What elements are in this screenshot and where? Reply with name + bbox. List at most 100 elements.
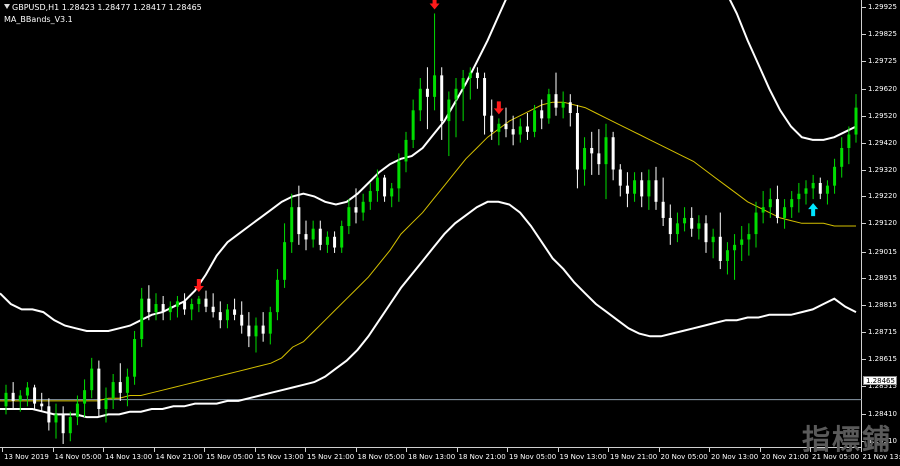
candle-body: [368, 191, 372, 202]
candle-body: [204, 298, 208, 307]
candle-body: [625, 185, 629, 194]
x-tick: [608, 448, 609, 452]
candle-body: [825, 185, 829, 194]
candle-body: [740, 239, 744, 245]
y-tick-label: 1.29925: [868, 2, 897, 11]
symbol-info: GBPUSD,H1 1.28423 1.28477 1.28417 1.2846…: [12, 3, 202, 12]
x-tick-label: 19 Nov 21:00: [610, 453, 658, 461]
sell-arrow-icon: [429, 0, 440, 10]
sell-arrow-icon: [493, 101, 504, 115]
y-tick-label: 1.29725: [868, 56, 897, 65]
candle-body: [233, 309, 237, 315]
candle-body: [747, 234, 751, 240]
candle-body: [133, 339, 137, 377]
candle-body: [375, 177, 379, 192]
candle-body: [590, 147, 594, 154]
candle-body: [661, 201, 665, 218]
candle-body: [418, 88, 422, 111]
candle-body: [275, 279, 279, 313]
candle-body: [433, 75, 437, 97]
candle-body: [168, 306, 172, 313]
price-chart[interactable]: GBPUSD,H1 1.28423 1.28477 1.28417 1.2846…: [0, 0, 862, 448]
candle-body: [411, 110, 415, 140]
candle-body: [504, 123, 508, 130]
y-tick: [862, 359, 866, 361]
candle-body: [283, 242, 287, 280]
y-tick-label: 1.28915: [868, 274, 897, 283]
x-tick-label: 18 Nov 05:00: [357, 453, 405, 461]
x-tick-label: 14 Nov 21:00: [155, 453, 203, 461]
candle-body: [833, 166, 837, 186]
y-tick-label: 1.29520: [868, 111, 897, 120]
candle-body: [440, 75, 444, 122]
candle-body: [390, 188, 394, 197]
candle-body: [447, 99, 451, 122]
candle-body: [697, 223, 701, 229]
candle-body: [118, 382, 122, 393]
candle-body: [154, 304, 158, 313]
candle-body: [61, 414, 65, 434]
x-tick: [204, 448, 205, 452]
candle-body: [511, 129, 515, 135]
watermark: 指標鋪: [801, 423, 892, 456]
candle-body: [290, 207, 294, 243]
candle-body: [47, 406, 51, 423]
candle-body: [518, 126, 522, 135]
candle-body: [583, 147, 587, 170]
y-tick: [862, 196, 866, 198]
candle-body: [183, 301, 187, 310]
y-tick: [862, 115, 866, 117]
candle-body: [633, 180, 637, 194]
candle-body: [90, 368, 94, 391]
candle-body: [533, 110, 537, 132]
indicator-name: MA_BBands_V3.1: [4, 15, 73, 24]
candle-body: [104, 398, 108, 409]
x-tick-label: 20 Nov 13:00: [711, 453, 759, 461]
candle-body: [475, 72, 479, 79]
candle-body: [468, 72, 472, 79]
x-tick-label: 18 Nov 13:00: [408, 453, 456, 461]
candle-body: [718, 236, 722, 261]
candle-body: [854, 107, 858, 135]
candle-body: [268, 312, 272, 334]
x-tick: [305, 448, 306, 452]
candle-body: [318, 228, 322, 245]
y-tick: [862, 169, 866, 171]
candle-body: [525, 126, 529, 132]
candle-body: [540, 110, 544, 119]
candle-body: [125, 376, 129, 393]
y-tick-label: 1.28715: [868, 328, 897, 337]
y-tick-label: 1.29825: [868, 29, 897, 38]
y-tick-label: 1.29015: [868, 247, 897, 256]
y-tick-label: 1.29320: [868, 165, 897, 174]
candle-body: [797, 193, 801, 200]
current-price-tag: 1.28465: [863, 376, 897, 385]
collapse-arrow-icon[interactable]: [4, 4, 10, 9]
candle-body: [597, 153, 601, 165]
candle-body: [197, 298, 201, 305]
y-tick-label: 1.29620: [868, 84, 897, 93]
candle-body: [383, 177, 387, 197]
x-tick: [709, 448, 710, 452]
candle-body: [75, 403, 79, 418]
candle-body: [211, 306, 215, 313]
candle-body: [68, 417, 72, 434]
x-tick-label: 19 Nov 13:00: [559, 453, 607, 461]
y-tick: [862, 305, 866, 307]
x-tick-label: 14 Nov 13:00: [105, 453, 153, 461]
candle-body: [654, 180, 658, 202]
candle-body: [247, 325, 251, 337]
chart-canvas: [0, 0, 862, 444]
candle-body: [461, 78, 465, 89]
candle-body: [425, 88, 429, 97]
candle-body: [847, 134, 851, 148]
x-tick: [759, 448, 761, 452]
x-tick: [406, 448, 407, 452]
candle-body: [675, 223, 679, 235]
candle-body: [775, 199, 779, 218]
candle-body: [340, 226, 344, 248]
candle-body: [218, 312, 222, 321]
y-tick: [862, 223, 866, 225]
y-tick: [862, 251, 866, 253]
candle-body: [254, 325, 258, 337]
